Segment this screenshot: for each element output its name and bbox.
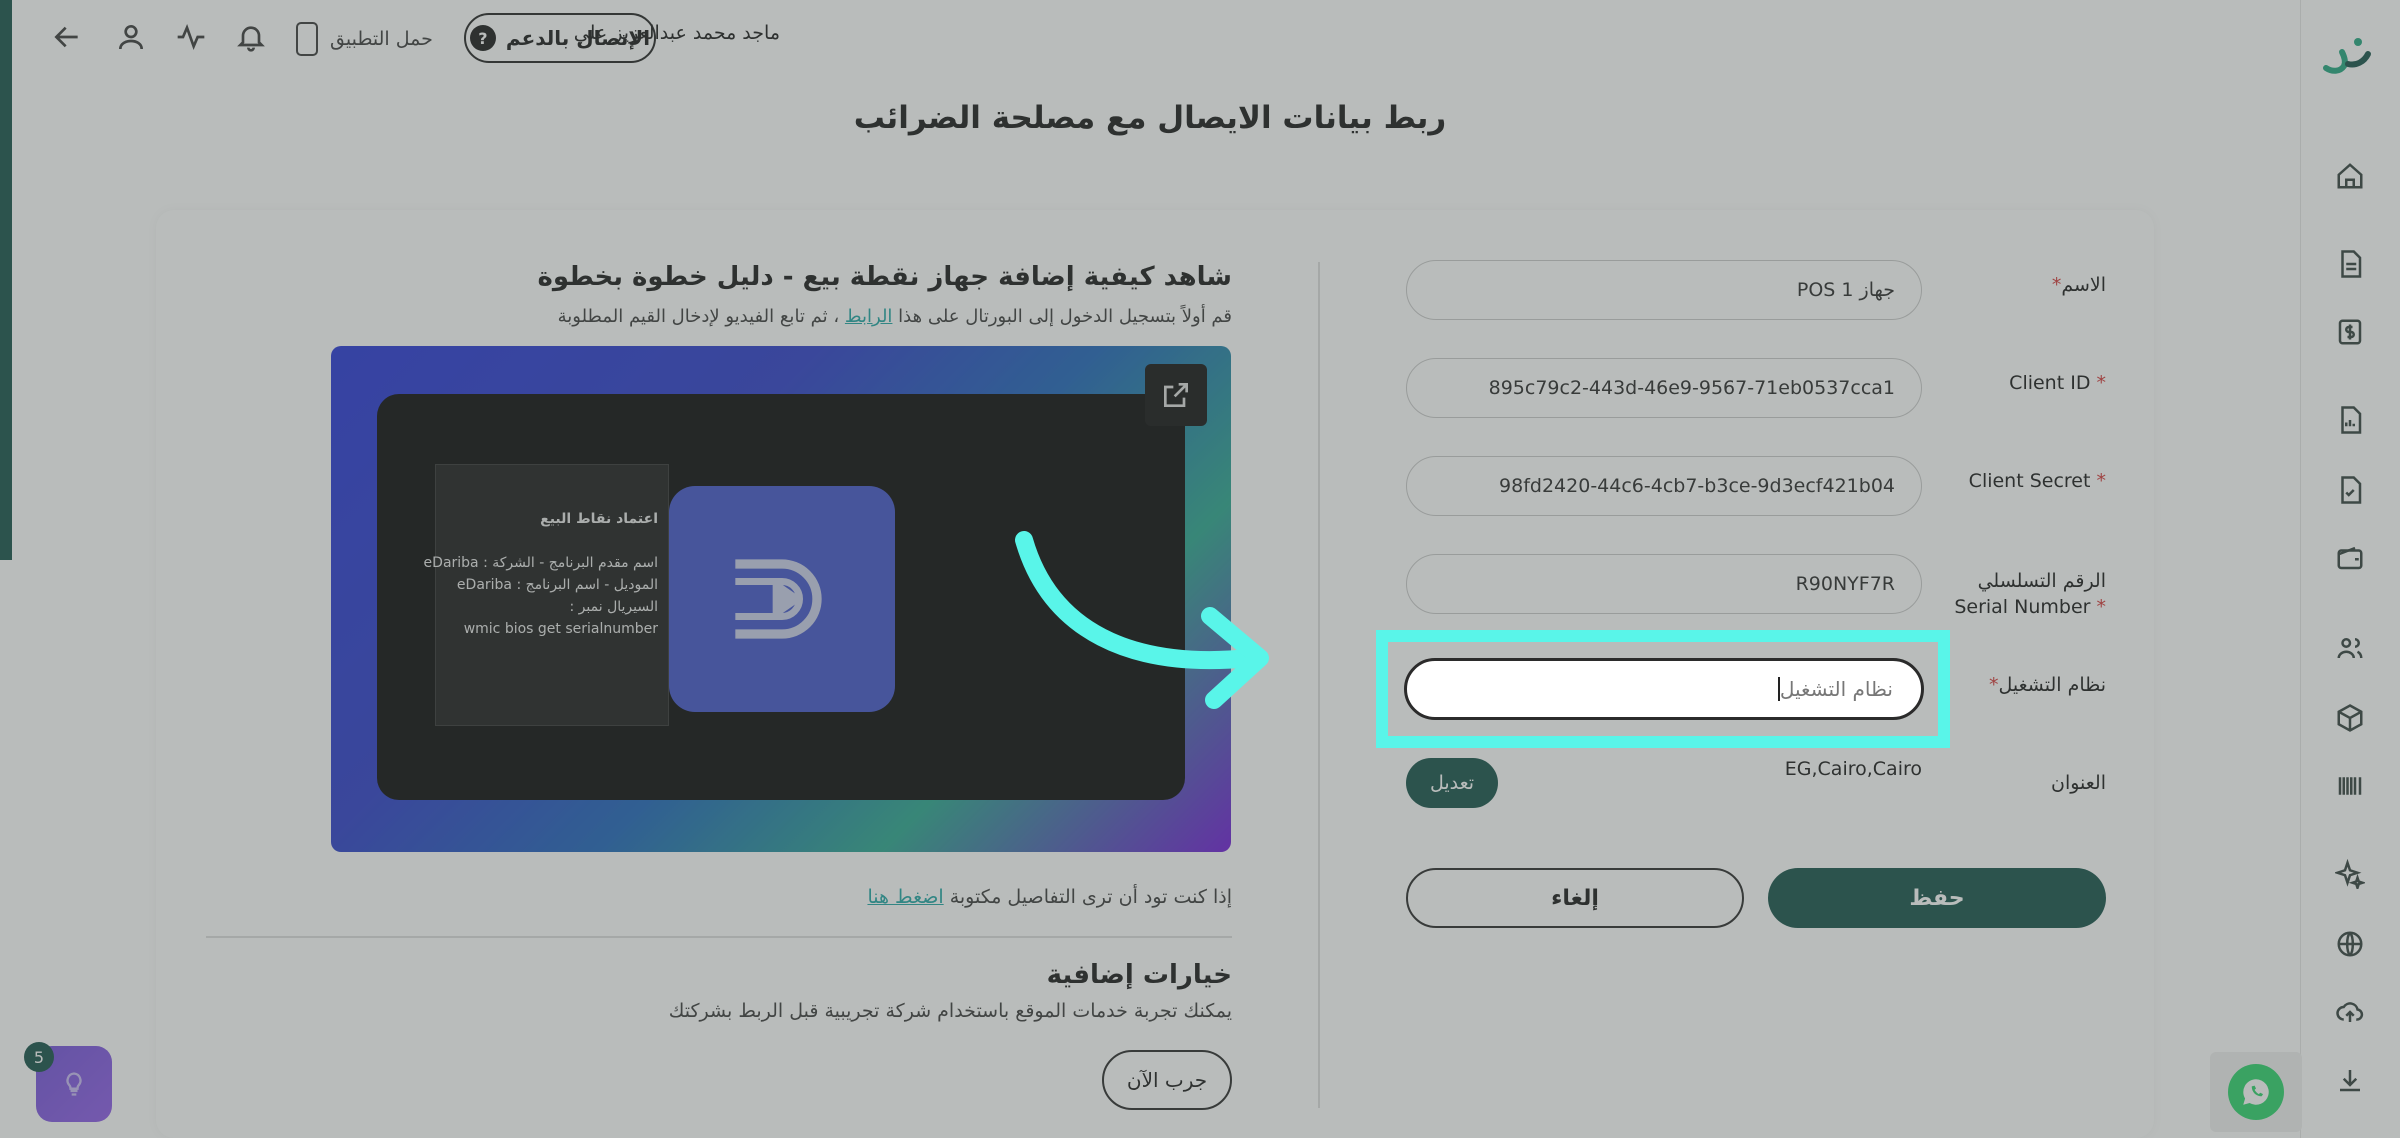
thumb-line: السيريال نمبر : [569, 599, 658, 615]
sidebar [2300, 0, 2400, 1138]
required-mark: * [2096, 596, 2107, 618]
portal-link[interactable]: الرابط [845, 306, 893, 327]
phone-icon [296, 22, 318, 56]
video-thumbnail: اعتماد نقاط البيع اسم مقدم البرنامج - ال… [424, 464, 669, 726]
invoice-dollar-icon[interactable] [2334, 316, 2366, 348]
top-bar: حمل التطبيق الإتصال بالدعم ? ماجد محمد ع… [0, 0, 2300, 74]
open-external-icon[interactable] [1145, 364, 1207, 426]
logo-icon[interactable] [2320, 28, 2376, 84]
required-mark: * [2051, 274, 2062, 296]
client-secret-label-text: Client Secret [1968, 470, 2091, 492]
client-id-label: * Client ID [2009, 372, 2106, 394]
sparkle-icon[interactable] [2334, 858, 2366, 890]
user-name: ماجد محمد عبدالعزيز علي [573, 22, 780, 44]
save-button[interactable]: حفظ [1768, 868, 2106, 928]
box-icon[interactable] [2334, 702, 2366, 734]
written-details-note: إذا كنت تود أن ترى التفاصيل مكتوبة اضغط … [867, 886, 1232, 908]
horizontal-divider [206, 936, 1232, 938]
bell-icon[interactable] [232, 18, 270, 56]
client-id-input[interactable]: 895c79c2-443d-46e9-9567-71eb0537cca1 [1406, 358, 1922, 418]
scroll-indicator [0, 0, 12, 560]
address-label: العنوان [2050, 772, 2106, 794]
name-input[interactable]: جهاز POS 1 [1406, 260, 1922, 320]
whatsapp-button[interactable] [2210, 1052, 2302, 1132]
os-label: نظام التشغيل* [1989, 674, 2106, 696]
client-secret-input[interactable]: 98fd2420-44c6-4cb7-b3ce-9d3ecf421b04 [1406, 456, 1922, 516]
download-icon[interactable] [2334, 1064, 2366, 1096]
wallet-icon[interactable] [2334, 542, 2366, 574]
thumb-line: wmic bios get serialnumber [463, 621, 658, 637]
serial-label-en: Serial Number [1954, 596, 2091, 618]
required-mark: * [2096, 372, 2107, 394]
name-label: الاسم* [2052, 274, 2106, 296]
video-title: شاهد كيفية إضافة جهاز نقطة بيع - دليل خط… [537, 262, 1232, 292]
cloud-upload-icon[interactable] [2334, 996, 2366, 1028]
serial-label: الرقم التسلسلي * Serial Number [1954, 568, 2106, 620]
report-icon[interactable] [2334, 404, 2366, 436]
document-icon[interactable] [2334, 248, 2366, 280]
client-secret-label: * Client Secret [1969, 470, 2106, 492]
extra-options-title: خيارات إضافية [1046, 960, 1232, 990]
os-input[interactable]: نظام التشغيل [1404, 658, 1924, 720]
whatsapp-icon [2228, 1064, 2284, 1120]
home-icon[interactable] [2334, 160, 2366, 192]
video-subtitle-before: قم أولاً بتسجيل الدخول إلى البورتال على … [898, 306, 1232, 327]
vertical-divider [1318, 262, 1320, 1108]
user-icon[interactable] [112, 18, 150, 56]
video-subtitle-after: ، ثم تابع الفيديو لإدخال القيم المطلوبة [557, 306, 840, 327]
app-download-label: حمل التطبيق [330, 28, 433, 50]
play-icon[interactable] [669, 486, 895, 712]
written-details-text: إذا كنت تود أن ترى التفاصيل مكتوبة [949, 886, 1232, 908]
required-mark: * [2096, 470, 2107, 492]
try-now-button[interactable]: جرب الآن [1102, 1050, 1232, 1110]
back-arrow-icon[interactable] [48, 18, 86, 56]
barcode-icon[interactable] [2334, 770, 2366, 802]
users-icon[interactable] [2334, 632, 2366, 664]
name-label-text: الاسم [2061, 274, 2106, 296]
question-icon: ? [469, 25, 496, 51]
client-id-label-text: Client ID [2009, 372, 2091, 394]
cancel-button[interactable]: إلغاء [1406, 868, 1744, 928]
pointer-arrow-icon [1015, 531, 1269, 709]
globe-icon[interactable] [2334, 928, 2366, 960]
os-placeholder: نظام التشغيل [1779, 677, 1893, 701]
video-subtitle: قم أولاً بتسجيل الدخول إلى البورتال على … [558, 306, 1232, 327]
written-details-link[interactable]: اضغط هنا [867, 886, 943, 908]
thumb-line: الموديل - اسم البرنامج : eDariba [456, 577, 658, 593]
help-count-badge: 5 [24, 1042, 54, 1072]
lightbulb-icon [66, 1072, 82, 1096]
serial-number-input[interactable]: R90NYF7R [1406, 554, 1922, 614]
app-download-link[interactable]: حمل التطبيق [296, 22, 433, 56]
activity-icon[interactable] [172, 18, 210, 56]
thumb-line: اعتماد نقاط البيع [540, 511, 658, 527]
approved-doc-icon[interactable] [2334, 474, 2366, 506]
thumb-line: اسم مقدم البرنامج - الشركة : eDariba [423, 555, 658, 571]
os-label-text: نظام التشغيل [1998, 674, 2106, 696]
text-caret [1777, 677, 1780, 701]
serial-label-ar: الرقم التسلسلي [1977, 570, 2106, 592]
page-title: ربط بيانات الايصال مع مصلحة الضرائب [853, 100, 1447, 136]
edit-address-button[interactable]: تعديل [1406, 758, 1498, 808]
address-value: EG,Cairo,Cairo [1784, 758, 1922, 780]
extra-options-subtitle: يمكنك تجربة خدمات الموقع باستخدام شركة ت… [668, 1000, 1232, 1022]
